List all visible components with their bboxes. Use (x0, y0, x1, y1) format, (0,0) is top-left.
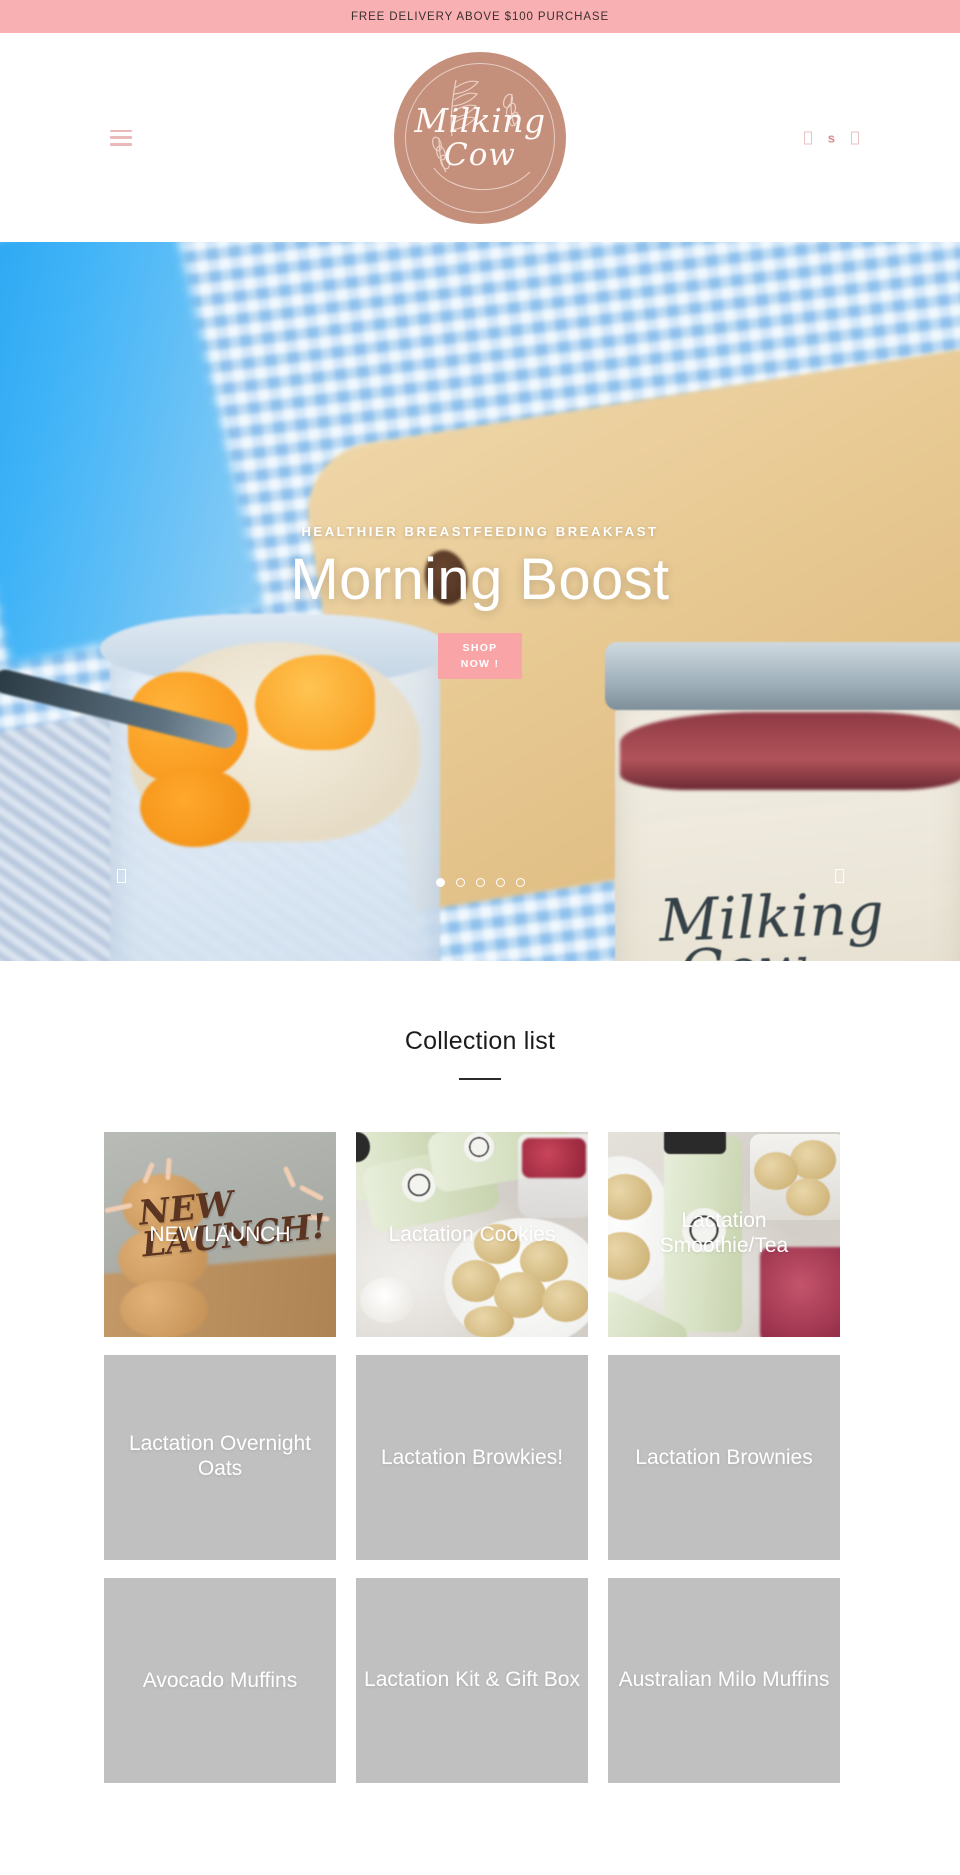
collection-card-avocado-muffins[interactable]: Avocado Muffins (104, 1577, 336, 1783)
collection-label-lactation-kit-gift-box: Lactation Kit & Gift Box (364, 1667, 580, 1691)
hamburger-bar-1 (110, 129, 132, 133)
hero-subtitle: HEALTHIER BREASTFEEDING BREAKFAST (301, 524, 659, 540)
section-title: Collection list (404, 1027, 556, 1055)
account-icon[interactable]: s (828, 130, 835, 145)
hamburger-menu-icon[interactable] (110, 129, 132, 146)
collection-card-lactation-kit-gift-box[interactable]: Lactation Kit & Gift Box (356, 1577, 588, 1783)
slider-dot-4[interactable] (495, 878, 505, 887)
logo-wheat-decoration-icon (432, 79, 531, 190)
collection-label-lactation-brownies: Lactation Brownies (635, 1445, 813, 1469)
announcement-bar: FREE DELIVERY ABOVE $100 PURCHASE (0, 0, 960, 33)
section-divider (459, 1078, 501, 1080)
announcement-text: FREE DELIVERY ABOVE $100 PURCHASE (350, 10, 610, 23)
slider-dot-5[interactable] (515, 878, 525, 887)
slider-dot-2[interactable] (455, 878, 465, 887)
collection-label-lactation-cookies: Lactation Cookies (388, 1222, 556, 1246)
collection-card-lactation-cookies[interactable]: Lactation Cookies (356, 1131, 588, 1337)
collection-label-lactation-smoothie-tea: Lactation Smoothie/Tea (659, 1209, 789, 1258)
site-logo[interactable]: Milking Cow (394, 51, 566, 224)
collection-card-australian-milo-muffins[interactable]: Australian Milo Muffins (608, 1577, 840, 1783)
shop-now-button[interactable]: SHOP NOW ! (438, 632, 522, 679)
collection-card-lactation-brownies[interactable]: Lactation Brownies (608, 1354, 840, 1560)
header-icon-group: s (803, 129, 860, 146)
hero-title: Morning Boost (290, 547, 670, 613)
collection-label-lactation-overnight-oats: Lactation Overnight Oats (128, 1432, 312, 1481)
collection-grid: NEW LAUNCH! NEW LAUNCH Lactation Cookies… (104, 1131, 856, 1783)
collection-card-lactation-browkies[interactable]: Lactation Browkies! (356, 1354, 588, 1560)
slider-pagination (0, 878, 960, 887)
collection-label-new-launch: NEW LAUNCH (149, 1222, 291, 1246)
shop-now-line1: SHOP (462, 641, 498, 654)
slider-dot-1[interactable] (435, 878, 445, 887)
collection-card-lactation-overnight-oats[interactable]: Lactation Overnight Oats (104, 1354, 336, 1560)
cart-icon[interactable] (849, 129, 860, 146)
collection-label-lactation-browkies: Lactation Browkies! (380, 1445, 564, 1469)
search-icon[interactable] (803, 129, 814, 146)
collection-label-australian-milo-muffins: Australian Milo Muffins (618, 1667, 830, 1691)
site-header: Milking Cow s (0, 33, 960, 242)
hero-slideshow: Milking Cow HEALTHIER BREASTFEEDING BREA… (0, 242, 960, 961)
hamburger-bar-3 (110, 142, 132, 146)
shop-now-line2: NOW ! (460, 657, 500, 670)
logo-badge: Milking Cow (394, 51, 566, 224)
slider-dot-3[interactable] (475, 878, 485, 887)
collection-list-section: Collection list NEW LAUNCH! NEW LAUNCH L… (0, 961, 960, 1853)
hamburger-bar-2 (110, 136, 132, 139)
collection-card-new-launch[interactable]: NEW LAUNCH! NEW LAUNCH (104, 1131, 336, 1337)
collection-card-lactation-smoothie-tea[interactable]: Lactation Smoothie/Tea (608, 1131, 840, 1337)
collection-label-avocado-muffins: Avocado Muffins (142, 1668, 298, 1692)
hero-text-overlay: HEALTHIER BREASTFEEDING BREAKFAST Mornin… (0, 242, 960, 961)
